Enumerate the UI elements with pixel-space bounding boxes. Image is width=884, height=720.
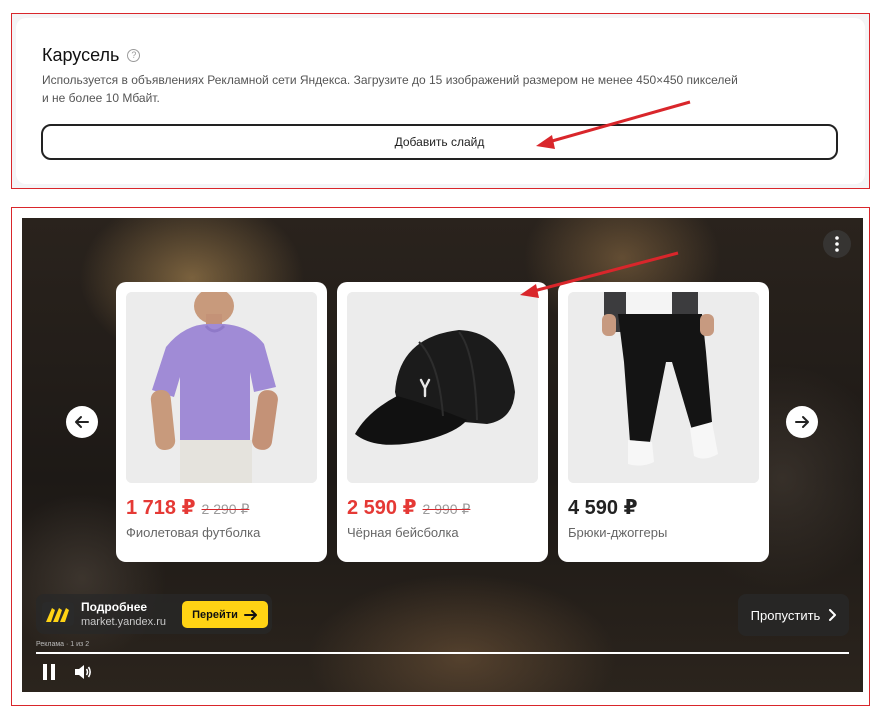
skip-button[interactable]: Пропустить — [738, 594, 849, 636]
product-image-cap[interactable] — [347, 292, 538, 483]
product-card[interactable]: 2 590 ₽ 2 990 ₽ Чёрная бейсболка — [337, 282, 548, 562]
go-button-label: Перейти — [192, 608, 238, 621]
carousel-settings-panel: Карусель ? Используется в объявлениях Ре… — [16, 18, 865, 184]
carousel-prev-button[interactable] — [66, 406, 98, 438]
carousel-description-line-2: и не более 10 Мбайт. — [42, 91, 160, 105]
price-row: 2 590 ₽ 2 990 ₽ — [347, 495, 470, 520]
old-price: 2 290 ₽ — [201, 501, 250, 517]
volume-icon[interactable] — [74, 664, 92, 680]
add-slide-button[interactable]: Добавить слайд — [41, 124, 838, 160]
old-price: 2 990 ₽ — [422, 501, 471, 517]
price-row: 4 590 ₽ — [568, 495, 638, 520]
more-options-button[interactable] — [823, 230, 851, 258]
carousel-description-line-1: Используется в объявлениях Рекламной сет… — [42, 73, 738, 87]
more-vertical-icon — [835, 236, 839, 252]
product-image-joggers[interactable] — [568, 292, 759, 483]
video-progress-bar[interactable] — [36, 652, 849, 654]
chevron-right-icon — [829, 609, 837, 621]
product-name: Брюки-джоггеры — [568, 525, 668, 540]
carousel-title-row: Карусель ? — [42, 45, 141, 66]
market-logo-icon — [42, 602, 74, 626]
pause-icon[interactable] — [42, 664, 56, 680]
price: 1 718 ₽ — [126, 497, 196, 519]
ad-label: Реклама · 1 из 2 — [36, 641, 90, 648]
carousel-settings-frame: Карусель ? Используется в объявлениях Ре… — [11, 13, 870, 189]
video-ad-preview: 1 718 ₽ 2 290 ₽ Фиолетовая футболка 2 59… — [22, 218, 863, 692]
price: 4 590 ₽ — [568, 497, 638, 519]
help-icon[interactable]: ? — [127, 49, 141, 62]
price-row: 1 718 ₽ 2 290 ₽ — [126, 495, 249, 520]
product-card[interactable]: 4 590 ₽ Брюки-джоггеры — [558, 282, 769, 562]
ad-preview-frame: 1 718 ₽ 2 290 ₽ Фиолетовая футболка 2 59… — [11, 207, 870, 706]
advertiser-url: market.yandex.ru — [81, 616, 166, 628]
video-progress-fill — [36, 652, 849, 654]
product-name: Фиолетовая футболка — [126, 525, 261, 540]
price: 2 590 ₽ — [347, 497, 417, 519]
go-button[interactable]: Перейти — [182, 601, 268, 628]
skip-button-label: Пропустить — [750, 607, 821, 623]
carousel-description: Используется в объявлениях Рекламной сет… — [42, 71, 782, 107]
arrow-right-icon — [795, 416, 809, 428]
product-name: Чёрная бейсболка — [347, 525, 459, 540]
arrow-left-icon — [75, 416, 89, 428]
arrow-right-icon — [243, 609, 257, 620]
product-image-tshirt[interactable] — [126, 292, 317, 483]
carousel-next-button[interactable] — [786, 406, 818, 438]
advertiser-panel[interactable]: Подробнее market.yandex.ru Перейти — [36, 594, 272, 634]
carousel-title: Карусель — [42, 45, 120, 65]
advertiser-title: Подробнее — [81, 600, 148, 614]
product-card[interactable]: 1 718 ₽ 2 290 ₽ Фиолетовая футболка — [116, 282, 327, 562]
